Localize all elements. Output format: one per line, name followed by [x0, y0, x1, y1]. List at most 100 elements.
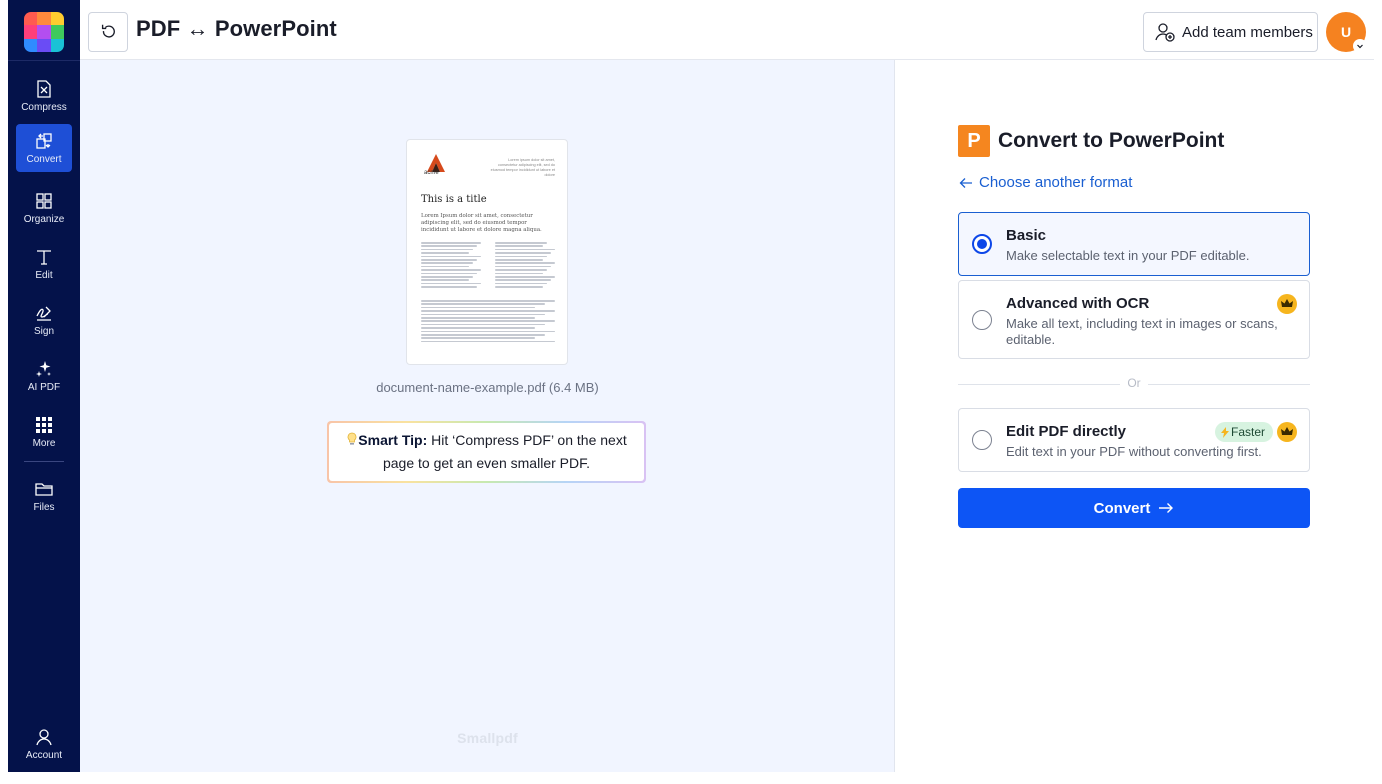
convert-button[interactable]: Convert: [958, 488, 1310, 528]
smart-tip-label: Smart Tip:: [358, 432, 428, 448]
option-desc: Edit text in your PDF without converting…: [1006, 444, 1262, 459]
file-name: document-name-example.pdf (6.4 MB): [376, 380, 599, 395]
sidebar-item-label: Account: [25, 749, 63, 761]
smart-tip: Smart Tip: Hit ‘Compress PDF’ on the nex…: [327, 421, 646, 483]
document-text-line: [421, 323, 545, 326]
document-text-line: [421, 337, 535, 339]
sidebar-item-account[interactable]: Account: [16, 720, 72, 768]
compress-icon: [37, 79, 51, 98]
add-team-members-button[interactable]: Add team members: [1143, 12, 1318, 52]
app-window: Compress Convert Organize Edit Sign AI P…: [0, 0, 1382, 784]
option-edit-pdf-directly[interactable]: Edit PDF directly Edit text in your PDF …: [958, 408, 1310, 472]
document-text-line: [495, 262, 555, 264]
back-button[interactable]: [88, 12, 128, 52]
document-title: This is a title: [421, 194, 487, 205]
sidebar-item-files[interactable]: Files: [16, 472, 72, 520]
document-thumbnail[interactable]: acme Lorem ipsum dolor sit amet, consect…: [406, 139, 568, 365]
option-title: Advanced with OCR: [1006, 295, 1150, 312]
choose-another-format-label: Choose another format: [979, 174, 1133, 191]
document-text-line: [421, 269, 481, 271]
radio-advanced-ocr[interactable]: [972, 310, 992, 330]
arrow-right-icon: [1159, 503, 1174, 513]
top-header: PDF ↔ PowerPoint Add team members U: [80, 0, 1374, 60]
sidebar: Compress Convert Organize Edit Sign AI P…: [8, 0, 80, 772]
option-basic[interactable]: Basic Make selectable text in your PDF e…: [958, 212, 1310, 276]
powerpoint-icon: P: [958, 125, 990, 157]
sidebar-item-sign[interactable]: Sign: [16, 296, 72, 344]
sidebar-item-ai-pdf[interactable]: AI PDF: [16, 352, 72, 400]
sidebar-item-convert[interactable]: Convert: [16, 124, 72, 172]
chevron-down-icon: [1353, 39, 1367, 53]
faster-badge: Faster: [1215, 422, 1274, 442]
document-lead: Lorem Ipsum dolor sit amet, consectetur …: [421, 213, 542, 233]
convert-icon: [36, 132, 52, 149]
document-text-line: [421, 282, 481, 285]
undo-icon: [101, 24, 115, 38]
sidebar-separator: [24, 461, 64, 462]
convert-panel: P Convert to PowerPoint Choose another f…: [895, 60, 1374, 772]
or-label: Or: [1127, 376, 1141, 390]
option-title: Basic: [1006, 227, 1047, 244]
option-desc: Make all text, including text in images …: [1006, 316, 1278, 347]
document-text-line: [495, 276, 555, 278]
sparkle-icon: [36, 360, 51, 377]
avatar-initial: U: [1340, 24, 1352, 40]
document-text-line: [495, 245, 543, 247]
sidebar-item-label: Sign: [33, 325, 54, 337]
radio-edit-pdf-directly[interactable]: [972, 430, 992, 450]
sidebar-item-label: Organize: [23, 213, 65, 225]
document-text-line: [421, 306, 535, 309]
faster-badge-label: Faster: [1231, 425, 1266, 439]
crown-icon: [1277, 294, 1297, 314]
sidebar-item-label: Convert: [26, 153, 62, 165]
crown-icon: [1277, 422, 1297, 442]
document-text-line: [421, 300, 555, 302]
document-text-line: [421, 334, 545, 336]
document-text-line: [421, 252, 469, 254]
user-icon: [36, 728, 52, 745]
avatar[interactable]: U: [1326, 12, 1367, 53]
document-text-line: [421, 310, 555, 312]
sidebar-item-more[interactable]: More: [16, 408, 72, 456]
document-text-line: [421, 317, 535, 319]
add-team-members-label: Add team members: [1182, 23, 1313, 41]
lightning-icon: [1221, 426, 1229, 438]
folder-icon: [35, 482, 53, 496]
document-text-line: [495, 252, 551, 254]
lightbulb-icon: [347, 432, 357, 445]
sidebar-item-organize[interactable]: Organize: [16, 184, 72, 232]
document-text-line: [495, 279, 551, 281]
document-text-line: [495, 259, 543, 261]
document-text-line: [495, 272, 543, 275]
sidebar-item-compress[interactable]: Compress: [16, 72, 72, 120]
document-text-line: [495, 269, 547, 271]
app-logo[interactable]: [24, 12, 64, 52]
document-text-line: [421, 327, 535, 329]
document-text-line: [421, 313, 545, 316]
option-title: Edit PDF directly: [1006, 423, 1127, 440]
document-text-line: [495, 255, 547, 258]
smallpdf-watermark: Smallpdf: [457, 730, 518, 746]
document-text-line: [421, 330, 555, 333]
choose-another-format-link[interactable]: Choose another format: [959, 174, 1132, 191]
document-text-line: [421, 262, 473, 264]
add-user-icon: [1155, 23, 1175, 42]
powerpoint-icon-letter: P: [967, 129, 981, 152]
sidebar-divider: [8, 60, 80, 61]
document-text-line: [421, 272, 477, 275]
convert-button-label: Convert: [1093, 499, 1151, 517]
document-text-line: [421, 276, 473, 278]
sidebar-item-edit[interactable]: Edit: [16, 240, 72, 288]
convert-title: Convert to PowerPoint: [998, 129, 1225, 152]
apps-icon: [36, 416, 52, 433]
document-text-line: [495, 265, 551, 268]
document-brand: acme: [424, 170, 439, 176]
document-text-line: [495, 282, 547, 285]
or-divider: Or: [958, 376, 1310, 391]
document-header-text: Lorem ipsum dolor sit amet, consectetur …: [490, 158, 555, 177]
document-text-line: [421, 259, 477, 261]
document-text-line: [495, 286, 543, 288]
radio-basic[interactable]: [972, 234, 992, 254]
option-advanced-ocr[interactable]: Advanced with OCR Make all text, includi…: [958, 280, 1310, 359]
document-text-line: [421, 255, 481, 258]
